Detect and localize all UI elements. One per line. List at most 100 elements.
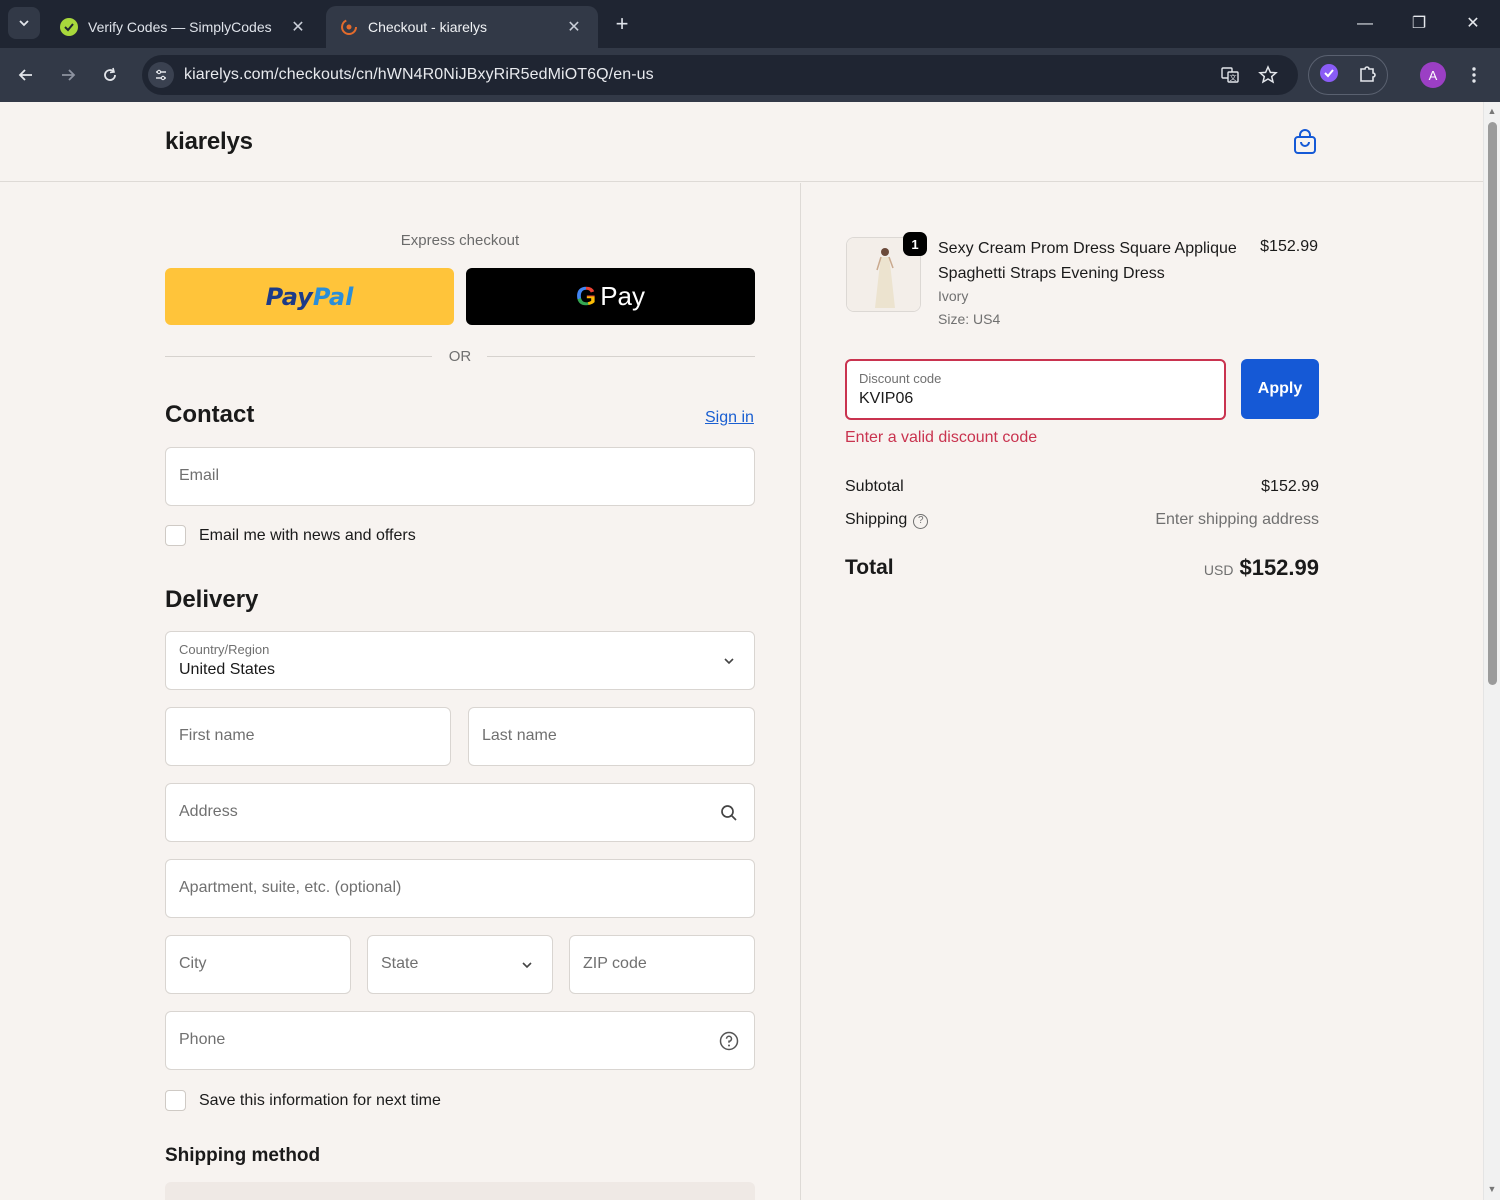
subtotal-row: Subtotal $152.99 bbox=[845, 478, 1319, 496]
city-placeholder: City bbox=[179, 955, 207, 972]
tab-title: Checkout - kiarelys bbox=[368, 19, 488, 35]
window-close-button[interactable]: ✕ bbox=[1458, 10, 1488, 38]
quantity-badge: 1 bbox=[903, 232, 927, 256]
profile-avatar[interactable]: A bbox=[1420, 62, 1446, 88]
address-placeholder: Address bbox=[179, 803, 238, 820]
scroll-down-arrow-icon[interactable]: ▼ bbox=[1487, 1184, 1497, 1194]
store-header: kiarelys bbox=[0, 102, 1483, 182]
zip-code-field[interactable]: ZIP code bbox=[569, 935, 755, 994]
scrollbar-thumb[interactable] bbox=[1488, 122, 1497, 685]
country-select[interactable]: Country/Region United States bbox=[165, 631, 755, 690]
email-field[interactable]: Email bbox=[165, 447, 755, 506]
save-info-checkbox[interactable] bbox=[165, 1090, 186, 1111]
shipping-row: Shipping? Enter shipping address bbox=[845, 511, 1319, 529]
tab-title: Verify Codes — SimplyCodes bbox=[88, 19, 272, 35]
product-size: Size: US4 bbox=[938, 311, 1001, 327]
browser-toolbar: kiarelys.com/checkouts/cn/hWN4R0NiJBxyRi… bbox=[0, 48, 1500, 102]
help-circle-icon[interactable] bbox=[718, 1030, 740, 1052]
scroll-up-arrow-icon[interactable]: ▲ bbox=[1487, 106, 1497, 116]
paypal-logo-part1: Pay bbox=[265, 282, 313, 311]
currency-code: USD bbox=[1203, 562, 1234, 578]
translate-icon[interactable]: 文 bbox=[1218, 63, 1242, 87]
arrow-right-icon bbox=[62, 69, 76, 81]
shipping-method-heading: Shipping method bbox=[165, 1145, 321, 1166]
apartment-field[interactable]: Apartment, suite, etc. (optional) bbox=[165, 859, 755, 918]
express-checkout-label: Express checkout bbox=[400, 232, 520, 249]
phone-field[interactable]: Phone bbox=[165, 1011, 755, 1070]
url-text: kiarelys.com/checkouts/cn/hWN4R0NiJBxyRi… bbox=[184, 66, 654, 83]
total-amount: USD $152.99 bbox=[1100, 555, 1319, 581]
paypal-button[interactable]: Pay Pal bbox=[165, 268, 454, 325]
state-select[interactable]: State bbox=[367, 935, 553, 994]
or-separator: OR bbox=[165, 347, 755, 367]
discount-error-message: Enter a valid discount code bbox=[845, 429, 1038, 446]
address-bar[interactable]: kiarelys.com/checkouts/cn/hWN4R0NiJBxyRi… bbox=[142, 55, 1298, 95]
google-pay-button[interactable]: G Pay bbox=[466, 268, 755, 325]
email-placeholder: Email bbox=[179, 467, 220, 484]
minimize-button[interactable]: — bbox=[1350, 10, 1380, 38]
total-label: Total bbox=[845, 556, 894, 579]
simplycodes-extension-icon[interactable] bbox=[1318, 62, 1340, 89]
zip-placeholder: ZIP code bbox=[583, 955, 647, 972]
store-logo[interactable]: kiarelys bbox=[165, 128, 253, 156]
country-value: United States bbox=[179, 661, 276, 678]
discount-code-field[interactable]: Discount code KVIP06 bbox=[845, 359, 1226, 420]
shipping-value: Enter shipping address bbox=[1155, 511, 1319, 528]
address-field[interactable]: Address bbox=[165, 783, 755, 842]
chevron-down-icon bbox=[718, 650, 740, 672]
product-color: Ivory bbox=[938, 288, 969, 304]
apply-button[interactable]: Apply bbox=[1241, 359, 1319, 419]
contact-heading: Contact bbox=[165, 401, 255, 428]
country-label: Country/Region bbox=[179, 642, 270, 657]
delivery-heading: Delivery bbox=[165, 586, 259, 613]
tab-search-button[interactable] bbox=[8, 7, 40, 39]
save-info-label: Save this information for next time bbox=[199, 1091, 441, 1109]
email-news-checkbox[interactable] bbox=[165, 525, 186, 546]
tab-checkout[interactable]: Checkout - kiarelys ✕ bbox=[326, 6, 598, 48]
product-name: Sexy Cream Prom Dress Square Applique Sp… bbox=[938, 240, 1237, 282]
tab-close-icon[interactable]: ✕ bbox=[564, 17, 584, 37]
tab-simplycodes[interactable]: Verify Codes — SimplyCodes ✕ bbox=[46, 6, 322, 48]
google-g-icon: G bbox=[575, 281, 597, 311]
browser-tabstrip: Verify Codes — SimplyCodes ✕ Checkout - … bbox=[0, 0, 1500, 48]
subtotal-label: Subtotal bbox=[845, 478, 904, 495]
page-scrollbar[interactable]: ▲ ▼ bbox=[1483, 102, 1500, 1200]
save-info-checkbox-row[interactable]: Save this information for next time bbox=[165, 1090, 441, 1111]
extensions-group bbox=[1308, 55, 1388, 95]
forward-button[interactable] bbox=[53, 60, 83, 90]
checkout-page: kiarelys Express checkout Pay Pal G Pay O… bbox=[0, 102, 1483, 1200]
or-text: OR bbox=[448, 348, 472, 365]
first-name-placeholder: First name bbox=[179, 727, 255, 744]
shopping-bag-icon[interactable] bbox=[1293, 129, 1317, 155]
order-summary-panel bbox=[801, 183, 1483, 1200]
arrow-left-icon bbox=[18, 69, 32, 81]
city-field[interactable]: City bbox=[165, 935, 351, 994]
puzzle-extensions-icon[interactable] bbox=[1357, 62, 1379, 89]
tab-close-icon[interactable]: ✕ bbox=[288, 17, 308, 37]
simplycodes-favicon-icon bbox=[60, 18, 78, 36]
sign-in-link[interactable]: Sign in bbox=[705, 409, 754, 427]
phone-placeholder: Phone bbox=[179, 1031, 226, 1048]
search-icon bbox=[718, 802, 740, 824]
help-icon[interactable]: ? bbox=[913, 514, 929, 529]
total-value: $152.99 bbox=[1239, 555, 1319, 580]
last-name-field[interactable]: Last name bbox=[468, 707, 755, 766]
bookmark-star-icon[interactable] bbox=[1256, 63, 1280, 87]
restore-button[interactable]: ❐ bbox=[1404, 10, 1434, 38]
kiarelys-favicon-icon bbox=[340, 18, 358, 36]
gpay-label: Pay bbox=[600, 281, 646, 311]
discount-value: KVIP06 bbox=[859, 390, 914, 407]
svg-text:文: 文 bbox=[1230, 73, 1237, 82]
site-info-icon[interactable] bbox=[148, 62, 174, 88]
shipping-label: Shipping bbox=[845, 511, 908, 528]
shipping-method-box bbox=[165, 1182, 755, 1200]
first-name-field[interactable]: First name bbox=[165, 707, 451, 766]
back-button[interactable] bbox=[11, 60, 41, 90]
discount-label: Discount code bbox=[859, 371, 942, 386]
browser-menu-icon[interactable] bbox=[1464, 62, 1484, 88]
email-news-checkbox-row[interactable]: Email me with news and offers bbox=[165, 525, 416, 546]
state-placeholder: State bbox=[381, 955, 419, 972]
email-news-label: Email me with news and offers bbox=[199, 526, 416, 544]
new-tab-button[interactable]: + bbox=[608, 10, 636, 38]
reload-button[interactable] bbox=[95, 60, 125, 90]
